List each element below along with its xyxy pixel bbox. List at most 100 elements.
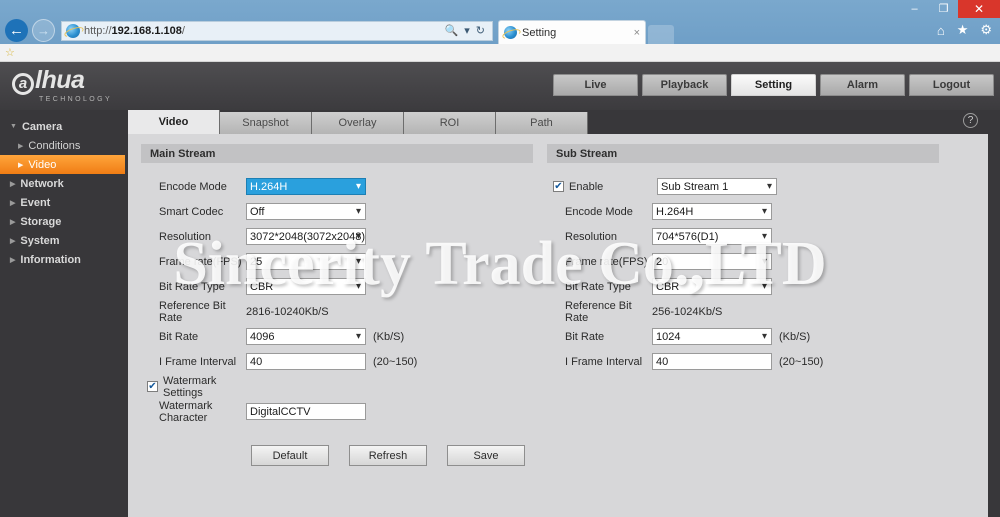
- tab-bar: Video Snapshot Overlay ROI Path ?: [128, 110, 988, 134]
- close-window-button[interactable]: ✕: [958, 0, 1000, 18]
- label-bit-rate: Bit Rate: [159, 330, 199, 343]
- help-icon[interactable]: ?: [963, 113, 978, 128]
- new-tab-button[interactable]: [648, 25, 674, 44]
- sidebar-item-video[interactable]: ▶ Video: [0, 155, 125, 174]
- chevron-right-icon: ▶: [10, 199, 16, 207]
- refresh-button[interactable]: Refresh: [349, 445, 427, 466]
- save-button[interactable]: Save: [447, 445, 525, 466]
- label-reference-bit-rate: Reference Bit Rate: [159, 299, 226, 324]
- select-sub-bit-rate-type[interactable]: CBR: [652, 278, 772, 295]
- tab-overlay[interactable]: Overlay: [312, 112, 404, 134]
- sidebar-item-system[interactable]: ▶ System: [0, 231, 128, 250]
- tab-favicon-icon: [504, 26, 517, 39]
- address-bar[interactable]: http://192.168.1.108/ 🔍 ▾ ↻: [61, 20, 493, 41]
- sidebar-item-network[interactable]: ▶ Network: [0, 174, 128, 193]
- tab-path[interactable]: Path: [496, 112, 588, 134]
- action-buttons: Default Refresh Save: [141, 445, 533, 466]
- row-watermark-settings[interactable]: ✔ Watermark Settings: [141, 375, 533, 399]
- forward-icon[interactable]: →: [32, 19, 55, 42]
- select-smart-codec[interactable]: Off: [246, 203, 366, 220]
- tab-strip: Setting ×: [498, 18, 674, 44]
- nav-live[interactable]: Live: [553, 74, 638, 96]
- top-navigation: Live Playback Setting Alarm Logout: [553, 74, 994, 96]
- home-icon[interactable]: ⌂: [937, 23, 945, 38]
- tab-roi[interactable]: ROI: [404, 112, 496, 134]
- address-bar-icons: 🔍 ▾ ↻: [445, 24, 488, 37]
- range-i-frame-interval: (20~150): [373, 355, 418, 368]
- select-encode-mode[interactable]: H.264H: [246, 178, 366, 195]
- input-sub-i-frame-interval[interactable]: 40: [652, 353, 772, 370]
- select-sub-bit-rate[interactable]: 1024: [652, 328, 772, 345]
- close-icon[interactable]: ×: [634, 27, 640, 39]
- row-sub-bit-rate: Bit Rate 1024 (Kb/S): [547, 326, 939, 347]
- row-sub-i-frame-interval: I Frame Interval 40 (20~150): [547, 351, 939, 372]
- dahua-logo: a lhua TECHNOLOGY: [12, 68, 112, 103]
- main-stream-title: Main Stream: [141, 144, 533, 163]
- nav-setting[interactable]: Setting: [731, 74, 816, 96]
- label-encode-mode: Encode Mode: [159, 180, 227, 193]
- label-smart-codec: Smart Codec: [159, 205, 224, 218]
- favorites-bar: ☆: [0, 44, 1000, 62]
- row-sub-enable[interactable]: ✔ Enable Sub Stream 1: [547, 176, 939, 197]
- label-sub-bit-rate-type: Bit Rate Type: [565, 280, 631, 293]
- input-watermark-character[interactable]: DigitalCCTV: [246, 403, 366, 420]
- screenshot-root: – ❐ ✕ ← → http://192.168.1.108/ 🔍 ▾ ↻ Se…: [0, 0, 1000, 517]
- chevron-right-icon: ▶: [10, 237, 16, 245]
- label-watermark-character: Watermark Character: [159, 399, 213, 424]
- logo-mark-icon: a: [12, 72, 34, 95]
- checkbox-watermark-settings[interactable]: ✔: [147, 381, 158, 392]
- select-sub-frame-rate[interactable]: 20: [652, 253, 772, 270]
- select-bit-rate[interactable]: 4096: [246, 328, 366, 345]
- select-resolution[interactable]: 3072*2048(3072x2048): [246, 228, 366, 245]
- search-icon[interactable]: 🔍: [445, 24, 459, 37]
- select-sub-encode-mode[interactable]: H.264H: [652, 203, 772, 220]
- add-favorite-icon[interactable]: ☆: [5, 46, 15, 59]
- gear-icon[interactable]: ⚙: [980, 22, 992, 38]
- tab-label: Setting: [522, 26, 557, 39]
- label-i-frame-interval: I Frame Interval: [159, 355, 237, 368]
- content-area: Video Snapshot Overlay ROI Path ? Main S…: [128, 110, 988, 517]
- select-sub-resolution[interactable]: 704*576(D1): [652, 228, 772, 245]
- row-reference-bit-rate: Reference Bit Rate 2816-10240Kb/S: [141, 299, 533, 324]
- row-bit-rate-type: Bit Rate Type CBR: [141, 276, 533, 297]
- select-sub-stream[interactable]: Sub Stream 1: [657, 178, 777, 195]
- row-sub-frame-rate: Frame rate(FPS) 20: [547, 251, 939, 272]
- sidebar-item-storage[interactable]: ▶ Storage: [0, 212, 128, 231]
- tab-video[interactable]: Video: [128, 110, 220, 134]
- sidebar-item-label: Storage: [20, 215, 62, 228]
- sidebar-item-conditions[interactable]: ▶ Conditions: [0, 136, 128, 155]
- internet-explorer-icon: [66, 23, 80, 38]
- url-text: http://192.168.1.108/: [84, 24, 185, 37]
- label-bit-rate-type: Bit Rate Type: [159, 280, 225, 293]
- tab-snapshot[interactable]: Snapshot: [220, 112, 312, 134]
- sidebar-item-information[interactable]: ▶ Information: [0, 250, 128, 269]
- label-resolution: Resolution: [159, 230, 211, 243]
- select-frame-rate[interactable]: 25: [246, 253, 366, 270]
- nav-logout[interactable]: Logout: [909, 74, 994, 96]
- refresh-icon[interactable]: ↻: [476, 24, 485, 37]
- browser-tab-setting[interactable]: Setting ×: [498, 20, 646, 44]
- favorites-icon[interactable]: ★: [957, 22, 969, 38]
- sidebar-item-event[interactable]: ▶ Event: [0, 193, 128, 212]
- select-bit-rate-type[interactable]: CBR: [246, 278, 366, 295]
- nav-playback[interactable]: Playback: [642, 74, 727, 96]
- body-row: ▼ Camera ▶ Conditions ▶ Video ▶ Network …: [0, 110, 1000, 517]
- default-button[interactable]: Default: [251, 445, 329, 466]
- row-resolution: Resolution 3072*2048(3072x2048): [141, 226, 533, 247]
- row-sub-reference-bit-rate: Reference Bit Rate 256-1024Kb/S: [547, 300, 939, 324]
- back-icon[interactable]: ←: [5, 19, 28, 42]
- row-sub-resolution: Resolution 704*576(D1): [547, 226, 939, 247]
- nav-alarm[interactable]: Alarm: [820, 74, 905, 96]
- chevron-down-icon[interactable]: ▾: [464, 24, 470, 37]
- checkbox-sub-enable[interactable]: ✔: [553, 181, 564, 192]
- sidebar-item-label: Video: [28, 158, 57, 171]
- label-sub-enable: Enable: [569, 180, 604, 193]
- maximize-button[interactable]: ❐: [929, 0, 958, 18]
- value-sub-reference-bit-rate: 256-1024Kb/S: [652, 305, 723, 318]
- sidebar-item-label: Conditions: [28, 139, 81, 152]
- minimize-button[interactable]: –: [900, 0, 929, 18]
- logo-wordmark: lhua: [35, 66, 85, 94]
- range-sub-i-frame-interval: (20~150): [779, 355, 824, 368]
- input-i-frame-interval[interactable]: 40: [246, 353, 366, 370]
- sidebar-item-camera[interactable]: ▼ Camera: [0, 117, 128, 136]
